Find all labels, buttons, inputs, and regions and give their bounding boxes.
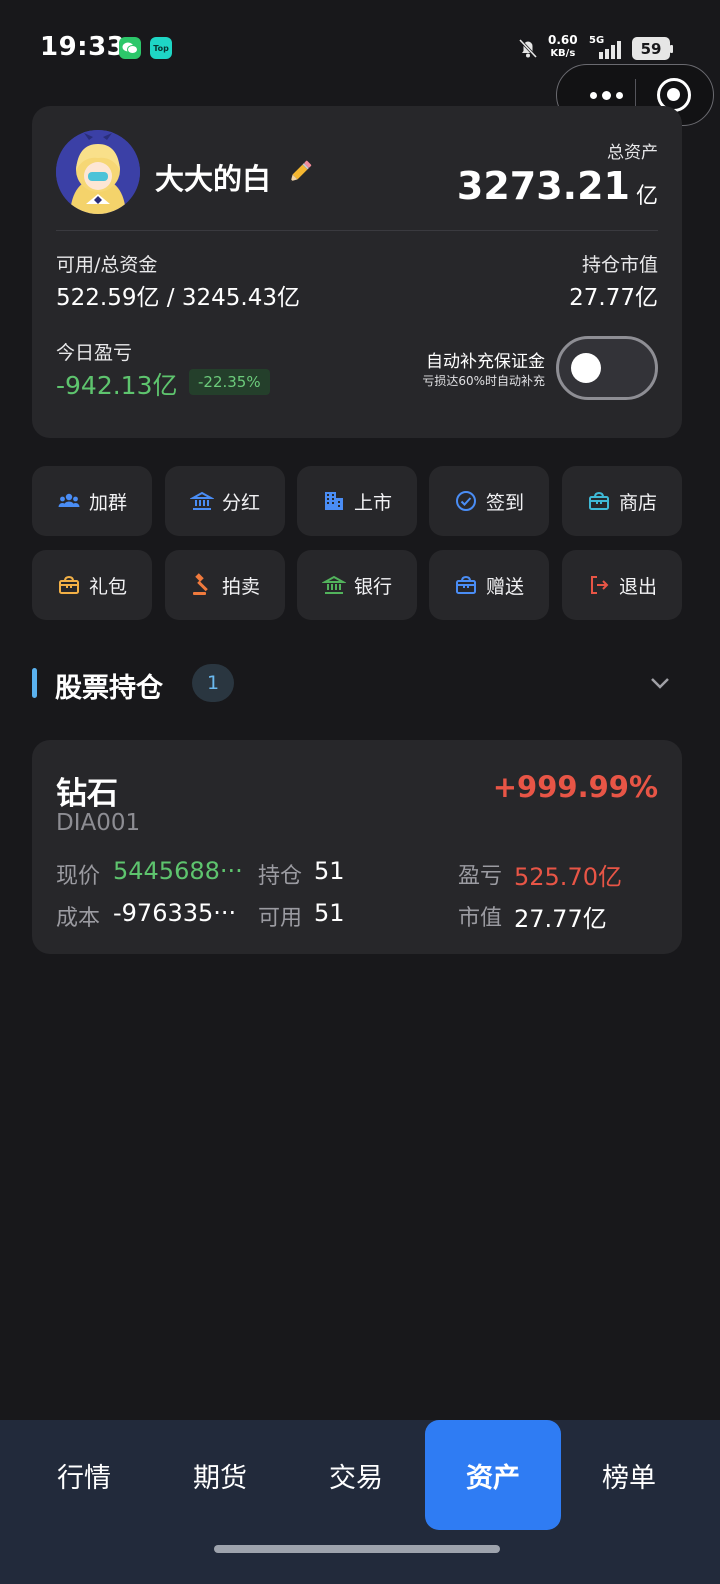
tab-market[interactable]: 行情 (16, 1420, 152, 1530)
present-icon (455, 575, 476, 594)
action-dividend-button[interactable]: 分红 (165, 466, 285, 536)
holdings-count-badge: 1 (192, 664, 234, 702)
action-join-group-button[interactable]: 加群 (32, 466, 152, 536)
tab-label: 榜单 (602, 1462, 656, 1494)
auto-margin-subtitle: 亏损达60%时自动补充 (422, 374, 545, 388)
total-assets-value: 3273.21 (456, 164, 630, 208)
wechat-icon (119, 37, 141, 59)
action-listing-button[interactable]: 上市 (297, 466, 417, 536)
bell-off-icon (518, 38, 538, 59)
gift-icon (58, 575, 79, 594)
stock-code: DIA001 (56, 810, 141, 836)
tab-assets[interactable]: 资产 (425, 1420, 561, 1530)
net-speed: 0.60 KB/s (548, 33, 578, 61)
stock-holding-card[interactable]: 钻石 DIA001 +999.99% 现价 5445688··· 持仓 51 盈… (32, 740, 682, 954)
card-divider (56, 230, 658, 231)
action-label: 退出 (618, 575, 657, 598)
action-label: 礼包 (88, 575, 127, 598)
action-auction-button[interactable]: 拍卖 (165, 550, 285, 620)
price-value: 5445688··· (113, 857, 243, 885)
position-value: 51 (314, 857, 345, 885)
action-shop-button[interactable]: 商店 (562, 466, 682, 536)
auto-margin-toggle[interactable] (556, 336, 658, 400)
net-speed-unit: KB/s (550, 48, 576, 59)
auto-margin-title: 自动补充保证金 (426, 352, 545, 372)
action-label: 银行 (353, 575, 392, 598)
action-label: 分红 (221, 491, 260, 514)
action-label: 签到 (485, 491, 524, 514)
action-send-gift-button[interactable]: 赠送 (429, 550, 549, 620)
account-card: 大大的白 总资产 3273.21 亿 可用/总资金 522.59亿 / 3245… (32, 106, 682, 438)
logout-icon (590, 576, 609, 594)
action-checkin-button[interactable]: 签到 (429, 466, 549, 536)
holding-value-label: 持仓市值 (581, 254, 658, 276)
tab-label: 期货 (193, 1462, 247, 1494)
status-time: 19:33 (40, 32, 126, 62)
check-circle-icon (455, 491, 476, 511)
tab-label: 资产 (466, 1462, 520, 1494)
action-bank-button[interactable]: 银行 (297, 550, 417, 620)
action-label: 商店 (618, 491, 657, 514)
edit-pencil-icon[interactable] (286, 158, 314, 186)
username: 大大的白 (155, 162, 272, 196)
market-value-value: 27.77亿 (514, 905, 607, 933)
price-label: 现价 (56, 864, 101, 889)
top-app-icon: Top (150, 37, 172, 59)
stock-name: 钻石 (56, 776, 118, 812)
market-value-label: 市值 (458, 906, 503, 931)
stock-change-percent: +999.99% (492, 770, 658, 804)
building-icon (324, 492, 343, 510)
bank-icon (321, 575, 346, 594)
action-label: 拍卖 (221, 575, 260, 598)
pnl-label: 盈亏 (458, 864, 503, 889)
battery-level: 59 (640, 39, 662, 58)
today-pnl-label: 今日盈亏 (56, 342, 133, 364)
action-gift-pack-button[interactable]: 礼包 (32, 550, 152, 620)
battery-icon: 59 (632, 37, 673, 60)
tab-label: 行情 (57, 1462, 111, 1494)
net-speed-value: 0.60 (548, 33, 578, 47)
available-funds-value: 522.59亿 / 3245.43亿 (56, 285, 300, 311)
bottom-tab-bar: 行情 期货 交易 资产 榜单 (0, 1420, 720, 1584)
available-shares-value: 51 (314, 899, 345, 927)
cost-value: -976335··· (113, 899, 237, 927)
total-assets-unit: 亿 (635, 184, 658, 209)
shop-icon (588, 491, 609, 510)
available-shares-label: 可用 (258, 906, 303, 931)
available-funds-label: 可用/总资金 (56, 254, 158, 276)
pnl-value: 525.70亿 (514, 863, 622, 891)
action-label: 上市 (353, 491, 392, 514)
group-icon (58, 493, 80, 507)
total-assets-label: 总资产 (607, 143, 658, 163)
today-pnl-percent-badge: -22.35% (189, 369, 270, 395)
avatar[interactable] (56, 130, 140, 214)
holding-value: 27.77亿 (569, 285, 658, 311)
tab-futures[interactable]: 期货 (152, 1420, 288, 1530)
home-indicator[interactable] (214, 1545, 500, 1553)
toggle-knob (571, 353, 601, 383)
chevron-down-icon[interactable] (648, 671, 672, 695)
position-label: 持仓 (258, 864, 303, 889)
signal-icon (599, 41, 621, 59)
tab-trade[interactable]: 交易 (288, 1420, 424, 1530)
today-pnl-value: -942.13亿 (56, 371, 178, 400)
action-logout-button[interactable]: 退出 (562, 550, 682, 620)
cost-label: 成本 (56, 906, 101, 931)
tab-label: 交易 (329, 1462, 383, 1494)
action-label: 赠送 (485, 575, 524, 598)
holdings-section-title: 股票持仓 (55, 673, 163, 704)
bank-icon (189, 491, 214, 510)
tab-leaderboard[interactable]: 榜单 (561, 1420, 697, 1530)
gavel-icon (192, 573, 208, 595)
asset-page: 19:33 Top 0.60 KB/s 5G 59 大大的白 总资产 3273.… (0, 0, 720, 1584)
section-accent-bar (32, 668, 37, 698)
action-label: 加群 (88, 491, 127, 514)
